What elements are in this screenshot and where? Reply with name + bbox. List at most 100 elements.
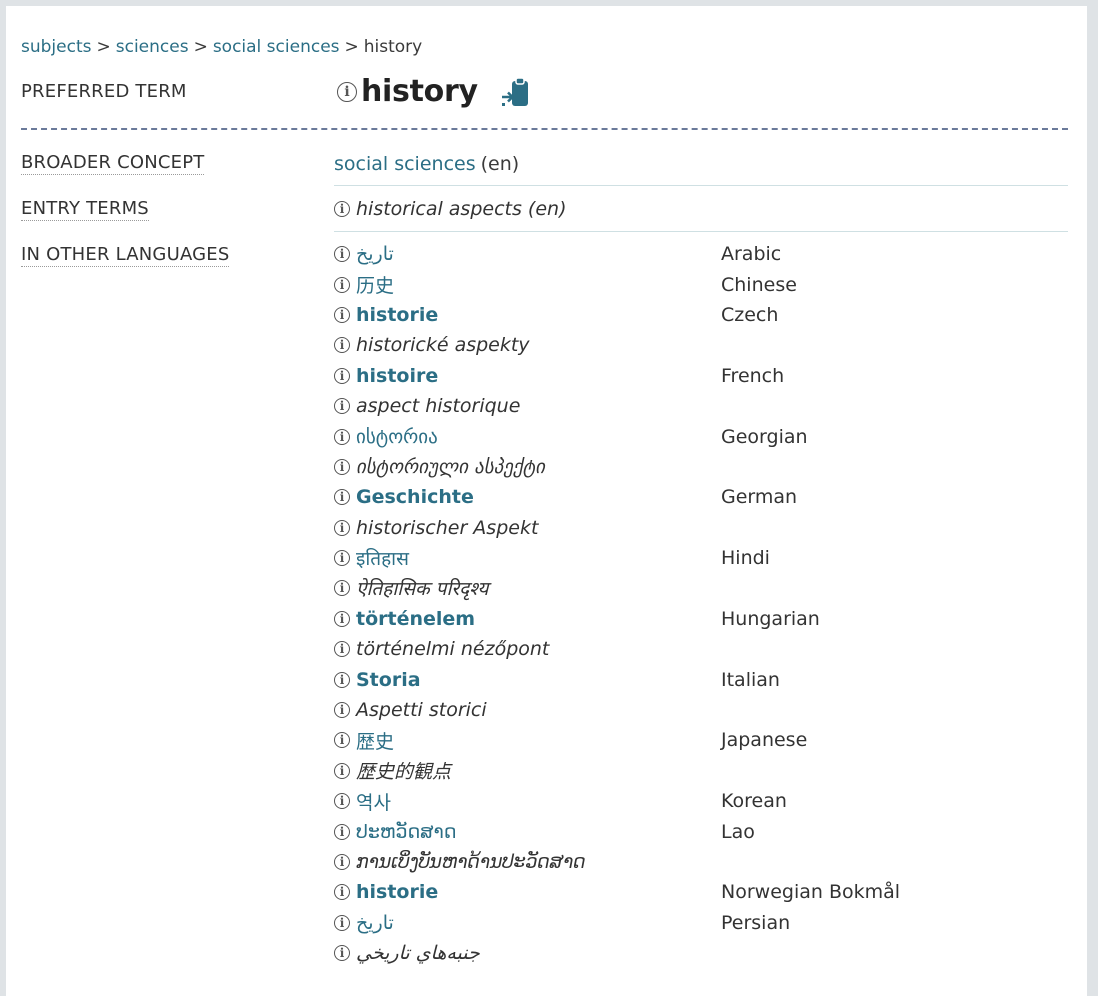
language-row: i történelem Hungarian bbox=[334, 604, 1068, 634]
term-link[interactable]: Geschichte bbox=[356, 486, 474, 508]
alternative-label: i 歴史的観点 bbox=[334, 756, 451, 786]
term-label: Aspetti storici bbox=[356, 699, 487, 722]
term-link[interactable]: történelem bbox=[356, 608, 475, 630]
term-link[interactable]: इतिहास bbox=[356, 545, 409, 571]
info-icon[interactable]: i bbox=[334, 671, 350, 688]
info-icon[interactable]: i bbox=[334, 519, 350, 536]
info-icon[interactable]: i bbox=[334, 367, 350, 384]
term-label: historické aspekty bbox=[356, 334, 530, 357]
preferred-term-value: history bbox=[361, 74, 478, 109]
language-name: Persian bbox=[721, 911, 791, 934]
term-link[interactable]: تاريخ bbox=[356, 912, 394, 934]
info-icon[interactable]: i bbox=[334, 489, 350, 506]
language-row: i 历史 Chinese bbox=[334, 269, 1068, 299]
info-icon[interactable]: i bbox=[334, 458, 350, 475]
info-icon[interactable]: i bbox=[334, 945, 350, 962]
term-link[interactable]: histoire bbox=[356, 365, 438, 387]
info-icon[interactable]: i bbox=[334, 884, 350, 901]
term-link[interactable]: ປະຫວັດສາດ bbox=[356, 821, 457, 843]
preferred-label: i 역사 bbox=[334, 786, 391, 816]
breadcrumb-link-social-sciences[interactable]: social sciences bbox=[213, 37, 340, 57]
breadcrumb-link-subjects[interactable]: subjects bbox=[21, 37, 91, 57]
language-row: i 歴史的観点 bbox=[334, 756, 1068, 786]
language-row: i ປະຫວັດສາດ Lao bbox=[334, 816, 1068, 846]
info-icon[interactable]: i bbox=[334, 306, 350, 323]
term-link[interactable]: 歴史 bbox=[356, 727, 394, 754]
preferred-label: i histoire bbox=[334, 361, 438, 391]
alternative-label: i történelmi nézőpont bbox=[334, 634, 549, 664]
term-link[interactable]: Storia bbox=[356, 669, 421, 691]
info-icon[interactable]: i bbox=[334, 702, 350, 719]
preferred-label: i historie bbox=[334, 300, 438, 330]
breadcrumb-current: history bbox=[363, 37, 423, 57]
info-icon[interactable]: i bbox=[334, 823, 350, 840]
language-row: i Storia Italian bbox=[334, 664, 1068, 694]
alternative-label: i ऐतिहासिक परिदृश्य bbox=[334, 573, 488, 603]
language-row: i ისტორიული ასპექტი bbox=[334, 452, 1068, 482]
term-label: aspect historique bbox=[356, 395, 521, 418]
info-icon[interactable]: i bbox=[334, 201, 350, 217]
language-row: i Geschichte German bbox=[334, 482, 1068, 512]
language-row: i historie Norwegian Bokmål bbox=[334, 877, 1068, 907]
language-name: Chinese bbox=[721, 273, 797, 296]
info-icon[interactable]: i bbox=[334, 732, 350, 749]
info-icon[interactable]: i bbox=[334, 762, 350, 779]
language-row: i تاريخ Arabic bbox=[334, 239, 1068, 269]
term-link[interactable]: 역사 bbox=[356, 788, 391, 815]
language-row: i historie Czech bbox=[334, 300, 1068, 330]
info-icon[interactable]: i bbox=[334, 276, 350, 293]
row-divider bbox=[334, 185, 1068, 186]
info-icon[interactable]: i bbox=[334, 641, 350, 658]
preferred-label: i ປະຫວັດສາດ bbox=[334, 816, 457, 846]
language-name: Lao bbox=[721, 820, 755, 843]
preferred-label: i historie bbox=[334, 877, 438, 907]
preferred-label: i ისტორია bbox=[334, 421, 438, 451]
info-icon[interactable]: i bbox=[334, 793, 350, 810]
info-icon[interactable]: i bbox=[337, 81, 357, 102]
term-label: történelmi nézőpont bbox=[356, 638, 550, 661]
broader-concept-value: social sciences (en) bbox=[334, 149, 519, 179]
term-link[interactable]: historie bbox=[356, 304, 438, 326]
language-row: i 역사 Korean bbox=[334, 786, 1068, 816]
term-link[interactable]: 历史 bbox=[356, 271, 394, 298]
alternative-label: i historické aspekty bbox=[334, 330, 530, 360]
language-name: Arabic bbox=[721, 243, 782, 266]
term-label: ການເບິ່ງບັນຫາດ້ານປະວັດສາດ bbox=[356, 851, 586, 873]
breadcrumb-link-sciences[interactable]: sciences bbox=[116, 37, 189, 57]
alternative-label: i aspect historique bbox=[334, 391, 520, 421]
info-icon[interactable]: i bbox=[334, 428, 350, 445]
language-row: i تاريخ Persian bbox=[334, 908, 1068, 938]
preferred-label: i 历史 bbox=[334, 269, 394, 299]
language-name: Korean bbox=[721, 790, 787, 813]
language-name: German bbox=[721, 486, 798, 509]
info-icon[interactable]: i bbox=[334, 550, 350, 567]
preferred-term: i history bbox=[337, 74, 532, 109]
language-row: i történelmi nézőpont bbox=[334, 634, 1068, 664]
info-icon[interactable]: i bbox=[334, 398, 350, 415]
info-icon[interactable]: i bbox=[334, 246, 350, 263]
language-name: Japanese bbox=[721, 729, 808, 752]
term-link[interactable]: ისტორია bbox=[356, 426, 438, 448]
language-row: i 歴史 Japanese bbox=[334, 725, 1068, 755]
preferred-label: i történelem bbox=[334, 604, 475, 634]
alternative-label: i historischer Aspekt bbox=[334, 513, 538, 543]
language-name: Georgian bbox=[721, 425, 808, 448]
language-row: i इतिहास Hindi bbox=[334, 543, 1068, 573]
term-link[interactable]: تاريخ bbox=[356, 243, 394, 265]
info-icon[interactable]: i bbox=[334, 854, 350, 870]
info-icon[interactable]: i bbox=[334, 337, 350, 354]
info-icon[interactable]: i bbox=[334, 580, 350, 597]
preferred-label: i Geschichte bbox=[334, 482, 474, 512]
entry-terms-label: ENTRY TERMS bbox=[21, 198, 149, 221]
info-icon[interactable]: i bbox=[334, 610, 350, 627]
entry-term: i historical aspects (en) bbox=[334, 194, 566, 224]
term-link[interactable]: historie bbox=[356, 881, 438, 903]
language-row: i جنبه‌هاي تاريخي bbox=[334, 938, 1068, 968]
broader-concept-link[interactable]: social sciences bbox=[334, 153, 476, 175]
language-row: i ການເບິ່ງບັນຫາດ້ານປະວັດສາດ bbox=[334, 847, 1068, 877]
language-name: French bbox=[721, 364, 785, 387]
info-icon[interactable]: i bbox=[334, 914, 350, 931]
other-languages-label: IN OTHER LANGUAGES bbox=[21, 244, 230, 267]
copy-to-clipboard-icon[interactable] bbox=[500, 76, 532, 108]
preferred-label: i Storia bbox=[334, 664, 421, 694]
